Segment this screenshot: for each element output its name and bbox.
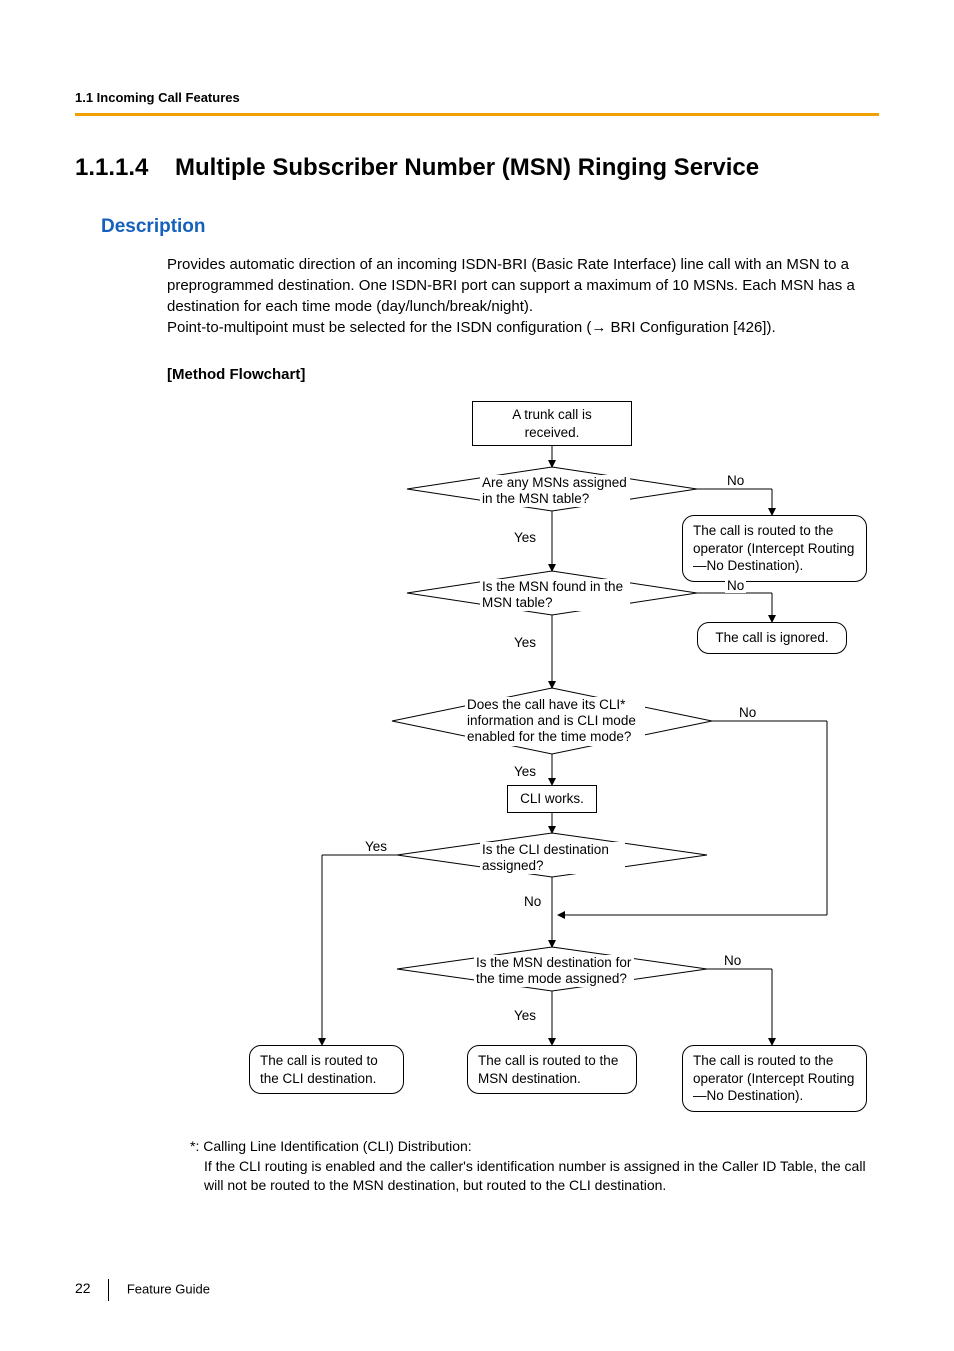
label-no: No [725,473,746,488]
description-p1: Provides automatic direction of an incom… [167,256,855,315]
label-no: No [737,705,758,720]
description-p2-post: BRI Configuration [426]). [606,319,775,336]
footer-divider-icon [108,1279,109,1301]
description-heading: Description [101,216,879,238]
flow-end-cli: The call is routed to the CLI destinatio… [249,1045,404,1094]
doc-title: Feature Guide [127,1281,210,1296]
footnote: *: Calling Line Identification (CLI) Dis… [190,1137,879,1196]
label-no: No [522,894,543,909]
flow-q4: Is the CLI destination assigned? [480,842,625,874]
label-yes: Yes [512,1008,538,1023]
label-yes: Yes [363,839,389,854]
description-body: Provides automatic direction of an incom… [167,254,879,338]
label-yes: Yes [512,764,538,779]
arrow-right-icon: → [591,319,606,336]
flowchart: A trunk call is received. Are any MSNs a… [167,397,897,1137]
section-header: 1.1 Incoming Call Features [75,90,879,116]
flow-q5: Is the MSN destination for the time mode… [474,955,634,987]
label-yes: Yes [512,530,538,545]
footnote-line2: If the CLI routing is enabled and the ca… [204,1157,879,1196]
footnote-line1: *: Calling Line Identification (CLI) Dis… [190,1137,879,1157]
title-number: 1.1.1.4 [75,154,175,182]
label-yes: Yes [512,635,538,650]
flowchart-heading: [Method Flowchart] [167,366,879,383]
flow-end-op: The call is routed to the operator (Inte… [682,1045,867,1112]
flow-q2: Is the MSN found in the MSN table? [480,579,630,611]
label-no: No [725,578,746,593]
page-footer: 22 Feature Guide [75,1279,210,1301]
flow-cli-works: CLI works. [507,785,597,813]
flow-q1: Are any MSNs assigned in the MSN table? [480,475,630,507]
page-number: 22 [75,1280,91,1296]
title-text: Multiple Subscriber Number (MSN) Ringing… [175,154,759,181]
label-no: No [722,953,743,968]
flow-r2: The call is ignored. [697,622,847,654]
page-title: 1.1.1.4Multiple Subscriber Number (MSN) … [75,154,879,182]
flow-start: A trunk call is received. [472,401,632,446]
description-p2-pre: Point-to-multipoint must be selected for… [167,319,591,336]
flow-q3: Does the call have its CLI* information … [465,697,645,746]
flow-end-msn: The call is routed to the MSN destinatio… [467,1045,637,1094]
flow-r1: The call is routed to the operator (Inte… [682,515,867,582]
